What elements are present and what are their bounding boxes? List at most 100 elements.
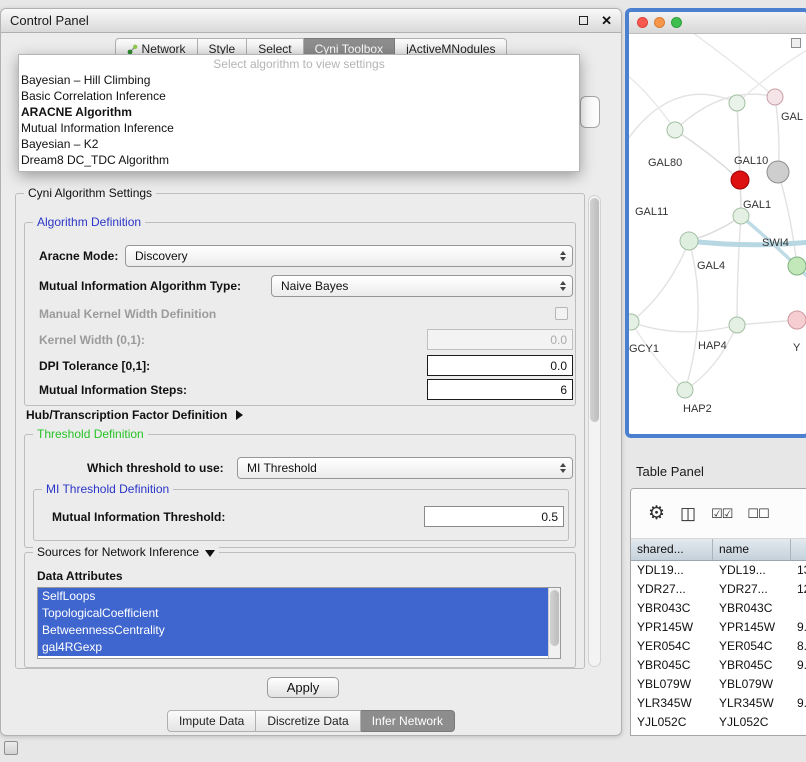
- mi-threshold-group: MI Threshold Definition Mutual Informati…: [33, 489, 569, 541]
- algorithm-option-bayesian-hill-climbing[interactable]: Bayesian – Hill Climbing: [19, 72, 579, 88]
- table-cell: [791, 675, 806, 694]
- cyni-settings-group-title: Cyni Algorithm Settings: [24, 186, 156, 200]
- table-column-header[interactable]: [791, 539, 806, 560]
- table-column-header[interactable]: shared...: [631, 539, 713, 560]
- aracne-mode-value: Discovery: [135, 249, 188, 263]
- table-row[interactable]: YPR145WYPR145W9.: [631, 618, 806, 637]
- network-edge[interactable]: [631, 322, 737, 332]
- network-edge[interactable]: [631, 241, 689, 322]
- table-panel-title: Table Panel: [636, 464, 704, 479]
- table-column-header[interactable]: name: [713, 539, 791, 560]
- table-cell: YJL052C: [713, 713, 791, 732]
- network-graph: GALGAL80GAL10GAL11GAL1SWI4GAL4GCY1HAP4YH…: [629, 34, 806, 434]
- network-edge[interactable]: [737, 103, 740, 180]
- network-node[interactable]: [680, 232, 698, 250]
- manual-kernel-width-checkbox[interactable]: [555, 307, 568, 320]
- scrollbar-thumb[interactable]: [590, 198, 599, 422]
- network-edge[interactable]: [675, 130, 740, 180]
- kernel-width-input[interactable]: [427, 329, 573, 350]
- network-edge[interactable]: [737, 216, 741, 325]
- table-row[interactable]: YLR345WYLR345W9.: [631, 694, 806, 713]
- close-traffic-light-icon[interactable]: [637, 17, 648, 28]
- collapse-down-triangle-icon[interactable]: [205, 550, 215, 557]
- algorithm-option-aracne-algorithm[interactable]: ARACNE Algorithm: [19, 104, 579, 120]
- node-label: GAL80: [648, 157, 682, 169]
- select-all-checkboxes-icon[interactable]: ☑☑: [711, 506, 732, 522]
- control-panel-title: Control Panel: [10, 13, 89, 28]
- aracne-mode-label: Aracne Mode:: [39, 249, 118, 263]
- table-cell: 8.: [791, 637, 806, 656]
- settings-scrollbar[interactable]: [588, 195, 601, 667]
- gear-icon[interactable]: ⚙: [648, 502, 665, 525]
- network-window-titlebar[interactable]: [629, 12, 806, 34]
- table-row[interactable]: YBR043CYBR043C: [631, 599, 806, 618]
- mi-steps-input[interactable]: [427, 379, 573, 400]
- birdseye-toggle-icon[interactable]: [791, 38, 801, 48]
- sources-group-title[interactable]: Sources for Network Inference: [33, 545, 219, 559]
- hub-definition-label: Hub/Transcription Factor Definition: [26, 408, 227, 422]
- minimize-traffic-light-icon[interactable]: [654, 17, 665, 28]
- network-edge[interactable]: [629, 72, 675, 130]
- dpi-tolerance-input[interactable]: [427, 355, 573, 376]
- table-panel-window: ⚙ ◫ ☑☑ ☐☐ shared...name YDL19...YDL19...…: [630, 488, 806, 736]
- mi-algorithm-type-value: Naive Bayes: [281, 279, 348, 293]
- sources-group-title-text: Sources for Network Inference: [37, 545, 199, 559]
- table-row[interactable]: YJL052CYJL052C: [631, 713, 806, 732]
- scrollbar-thumb[interactable]: [550, 590, 559, 646]
- algorithm-definition-group: Algorithm Definition Aracne Mode: Discov…: [24, 222, 576, 406]
- close-window-icon[interactable]: ✕: [601, 14, 612, 27]
- zoom-traffic-light-icon[interactable]: [671, 17, 682, 28]
- table-row[interactable]: YDR27...YDR27...12: [631, 580, 806, 599]
- network-node[interactable]: [729, 95, 745, 111]
- network-node[interactable]: [667, 122, 683, 138]
- network-canvas[interactable]: GALGAL80GAL10GAL11GAL1SWI4GAL4GCY1HAP4YH…: [629, 34, 806, 434]
- network-node[interactable]: [788, 311, 806, 329]
- table-row[interactable]: YDL19...YDL19...13: [631, 561, 806, 580]
- apply-button[interactable]: Apply: [267, 677, 339, 698]
- network-node[interactable]: [677, 382, 693, 398]
- network-edge[interactable]: [675, 94, 775, 130]
- table-row[interactable]: YER054CYER054C8.: [631, 637, 806, 656]
- attribute-list-item[interactable]: SelfLoops: [38, 588, 550, 605]
- aracne-mode-select[interactable]: Discovery: [125, 245, 573, 267]
- network-node[interactable]: [731, 171, 749, 189]
- table-row[interactable]: YBR045CYBR045C9.: [631, 656, 806, 675]
- table-cell: YER054C: [713, 637, 791, 656]
- algorithm-option-bayesian-k2[interactable]: Bayesian – K2: [19, 136, 579, 152]
- table-cell: 9.: [791, 694, 806, 713]
- network-node[interactable]: [767, 89, 783, 105]
- control-panel-titlebar[interactable]: Control Panel ✕: [1, 9, 621, 33]
- columns-icon[interactable]: ◫: [680, 504, 696, 524]
- network-edge[interactable]: [689, 34, 775, 97]
- network-node[interactable]: [767, 161, 789, 183]
- table-cell: YBR045C: [713, 656, 791, 675]
- table-row[interactable]: YBL079WYBL079W: [631, 675, 806, 694]
- attributes-list-scrollbar[interactable]: [548, 588, 560, 658]
- algorithm-option-basic-correlation-inference[interactable]: Basic Correlation Inference: [19, 88, 579, 104]
- algorithm-option-mutual-information-inference[interactable]: Mutual Information Inference: [19, 120, 579, 136]
- network-node[interactable]: [788, 257, 806, 275]
- clear-all-checkboxes-icon[interactable]: ☐☐: [747, 506, 768, 522]
- table-cell: YLR345W: [631, 694, 713, 713]
- network-node[interactable]: [729, 317, 745, 333]
- attribute-list-item[interactable]: BetweennessCentrality: [38, 622, 550, 639]
- table-cell: [791, 713, 806, 732]
- tab-impute-data[interactable]: Impute Data: [167, 710, 256, 732]
- tab-discretize-data[interactable]: Discretize Data: [256, 710, 360, 732]
- table-cell: YDL19...: [713, 561, 791, 580]
- attribute-list-item[interactable]: TopologicalCoefficient: [38, 605, 550, 622]
- attribute-list-item[interactable]: gal4RGexp: [38, 639, 550, 656]
- hub-definition-toggle[interactable]: Hub/Transcription Factor Definition: [26, 408, 243, 422]
- float-window-icon[interactable]: [579, 16, 588, 25]
- which-threshold-select[interactable]: MI Threshold: [237, 457, 573, 479]
- mi-threshold-input[interactable]: [424, 506, 564, 527]
- algorithm-definition-title: Algorithm Definition: [33, 215, 145, 229]
- node-label: HAP2: [683, 403, 712, 415]
- dock-panel-icon[interactable]: [4, 741, 18, 755]
- tab-label: Infer Network: [372, 714, 443, 728]
- mi-algorithm-type-select[interactable]: Naive Bayes: [271, 275, 573, 297]
- expand-right-triangle-icon[interactable]: [236, 410, 243, 420]
- algorithm-option-dream8-dc-tdc-algorithm[interactable]: Dream8 DC_TDC Algorithm: [19, 152, 579, 168]
- data-attributes-list[interactable]: SelfLoopsTopologicalCoefficientBetweenne…: [37, 587, 561, 659]
- tab-infer-network[interactable]: Infer Network: [361, 710, 455, 732]
